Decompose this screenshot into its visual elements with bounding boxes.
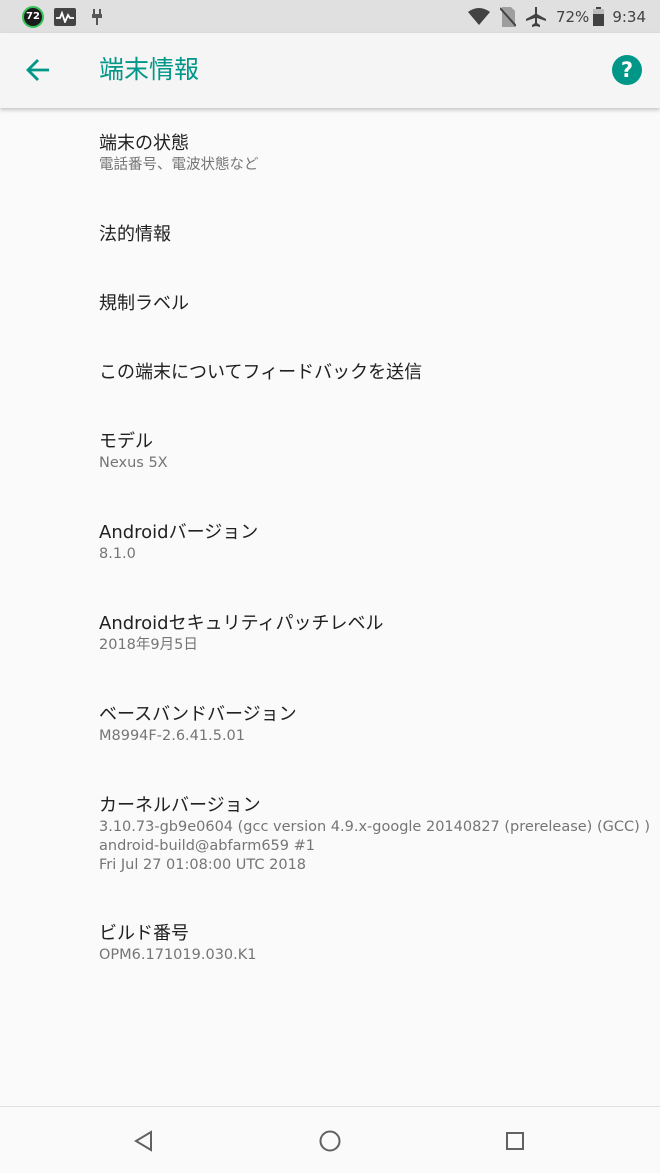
battery-percentage: 72%	[555, 7, 590, 26]
usb-debug-icon	[90, 8, 104, 26]
item-summary: 3.10.73-gb9e0604 (gcc version 4.9.x-goog…	[99, 818, 660, 875]
back-button[interactable]	[20, 52, 56, 88]
clock: 9:34	[612, 7, 646, 26]
item-summary: M8994F-2.6.41.5.01	[99, 728, 245, 744]
no-sim-icon	[499, 6, 516, 27]
item-summary: Nexus 5X	[99, 455, 168, 471]
list-item-build-number[interactable]: ビルド番号 OPM6.171019.030.K1	[0, 922, 660, 965]
status-right: 72% 9:34	[458, 6, 646, 27]
notification-badge: 72	[22, 5, 44, 28]
nav-home-button[interactable]	[316, 1127, 344, 1155]
item-title: ベースバンドバージョン	[99, 704, 297, 725]
list-item-regulatory-labels[interactable]: 規制ラベル	[0, 292, 660, 316]
battery-icon	[593, 7, 605, 26]
kernel-line-2: android-build@abfarm659 #1	[99, 838, 315, 854]
help-icon[interactable]: ?	[612, 55, 642, 85]
airplane-mode-icon	[525, 6, 546, 27]
item-title: 端末の状態	[99, 133, 189, 154]
item-title: 法的情報	[99, 224, 171, 245]
item-title: Androidバージョン	[99, 522, 259, 543]
item-title: モデル	[99, 431, 153, 452]
wifi-icon	[467, 7, 490, 26]
page-title: 端末情報	[99, 55, 200, 84]
item-summary: 電話番号、電波状態など	[99, 157, 259, 173]
square-recents-icon	[506, 1132, 524, 1150]
item-summary: 8.1.0	[99, 546, 136, 562]
triangle-back-icon	[134, 1130, 152, 1152]
list-item-security-patch[interactable]: Androidセキュリティパッチレベル 2018年9月5日	[0, 612, 660, 655]
item-summary: OPM6.171019.030.K1	[99, 947, 257, 963]
item-summary: 2018年9月5日	[99, 637, 198, 653]
back-arrow-icon	[26, 59, 49, 81]
list-item-send-feedback[interactable]: この端末についてフィードバックを送信	[0, 361, 660, 385]
activity-monitor-icon	[54, 7, 76, 26]
list-item-android-version[interactable]: Androidバージョン 8.1.0	[0, 521, 660, 564]
item-title: ビルド番号	[99, 923, 189, 944]
kernel-line-3: Fri Jul 27 01:08:00 UTC 2018	[99, 857, 307, 873]
navigation-bar	[0, 1106, 660, 1173]
status-left: 72	[22, 5, 104, 28]
list-item-baseband-version[interactable]: ベースバンドバージョン M8994F-2.6.41.5.01	[0, 703, 660, 746]
nav-recents-button[interactable]	[501, 1127, 529, 1155]
list-item-device-status[interactable]: 端末の状態 電話番号、電波状態など	[0, 132, 660, 175]
status-bar: 72 72% 9:34	[0, 0, 660, 33]
list-item-kernel-version[interactable]: カーネルバージョン 3.10.73-gb9e0604 (gcc version …	[0, 794, 660, 875]
settings-list: 端末の状態 電話番号、電波状態など 法的情報 規制ラベル この端末についてフィー…	[0, 108, 660, 1106]
item-title: カーネルバージョン	[99, 795, 261, 816]
item-title: 規制ラベル	[99, 293, 189, 314]
nav-back-button[interactable]	[130, 1127, 158, 1155]
kernel-line-1: 3.10.73-gb9e0604 (gcc version 4.9.x-goog…	[99, 819, 651, 835]
list-item-model[interactable]: モデル Nexus 5X	[0, 430, 660, 473]
app-bar: 端末情報 ?	[0, 33, 660, 108]
item-title: この端末についてフィードバックを送信	[99, 362, 423, 383]
circle-home-icon	[319, 1130, 341, 1152]
list-item-legal-info[interactable]: 法的情報	[0, 223, 660, 247]
item-title: Androidセキュリティパッチレベル	[99, 613, 384, 634]
